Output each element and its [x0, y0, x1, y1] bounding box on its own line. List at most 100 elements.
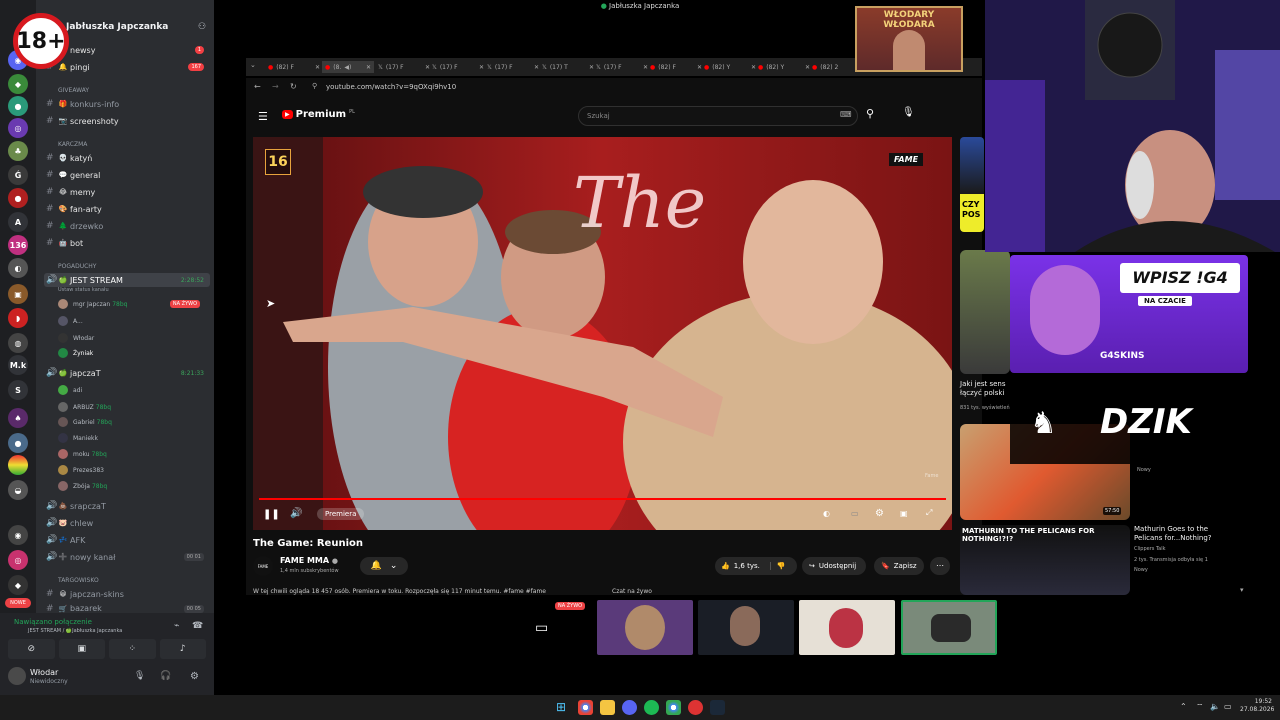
- browser-tab[interactable]: 𝕏 (17) F ✕: [432, 61, 484, 73]
- tab-list-chevron-icon[interactable]: ⌄: [250, 61, 256, 69]
- camera-off-icon[interactable]: ⊘: [8, 639, 55, 659]
- server-icon[interactable]: Ǵ: [8, 165, 28, 185]
- disconnect-icon[interactable]: ☎: [192, 621, 203, 631]
- server-icon[interactable]: 136: [8, 235, 28, 255]
- voice-user[interactable]: adi: [58, 383, 82, 397]
- channel-konkurs-info[interactable]: # 🎁 konkurs-info: [44, 97, 210, 111]
- related-title[interactable]: Jaki jest sens łączyć polski: [960, 380, 1010, 398]
- voice-channel-srapczat[interactable]: 🔊 💩 srapczaT: [44, 499, 210, 513]
- captions-icon[interactable]: ▭: [851, 509, 859, 518]
- subscribed-bell-button[interactable]: 🔔 ⌄: [360, 557, 408, 575]
- server-icon[interactable]: ◆: [8, 74, 28, 94]
- voice-user[interactable]: moku 78bq: [58, 447, 208, 461]
- server-icon[interactable]: ♣: [8, 141, 28, 161]
- spotify-icon[interactable]: [644, 700, 659, 715]
- channel-memy[interactable]: # 😂 memy: [44, 185, 210, 199]
- progress-bar[interactable]: [259, 498, 946, 500]
- browser-tab[interactable]: ● (82) F ✕: [268, 61, 320, 73]
- speaker-icon[interactable]: 🔈: [1210, 702, 1220, 711]
- connection-status[interactable]: Nawiązano połączenie: [14, 618, 92, 626]
- activities-icon[interactable]: ⁘: [109, 639, 156, 659]
- voice-channel-afk[interactable]: 🔊 💤 AFK: [44, 533, 210, 547]
- url-field[interactable]: youtube.com/watch?v=9qOXqi9hv10: [326, 83, 456, 91]
- channel-status[interactable]: Ustaw status kanału: [58, 287, 109, 293]
- channel-drzewko[interactable]: # 🌲 drzewko: [44, 219, 210, 233]
- server-icon[interactable]: ◐: [8, 258, 28, 278]
- premiere-chip[interactable]: Premiera: [317, 508, 365, 520]
- browser-tab[interactable]: 𝕏 (17) F ✕: [378, 61, 430, 73]
- more-actions-button[interactable]: ⋯: [930, 557, 950, 575]
- microphone-icon[interactable]: 🎙: [902, 107, 916, 123]
- voice-user[interactable]: ARBUZ 78bq: [58, 400, 208, 414]
- stream-tile-active[interactable]: [901, 600, 997, 655]
- voice-user[interactable]: Włodar: [58, 331, 94, 345]
- voice-user[interactable]: Żyniak: [58, 346, 93, 360]
- server-icon[interactable]: A: [8, 212, 28, 232]
- category-karczma[interactable]: KARCZMA: [58, 141, 87, 148]
- server-icon[interactable]: ◎: [8, 550, 28, 570]
- autoplay-toggle-icon[interactable]: ◐: [823, 509, 830, 518]
- related-thumbnail[interactable]: [960, 250, 1010, 374]
- youtube-logo[interactable]: ▶ Premium PL: [282, 109, 355, 120]
- back-arrow-icon[interactable]: ←: [254, 82, 261, 91]
- server-icon[interactable]: M.k: [8, 355, 28, 375]
- battery-icon[interactable]: ▭: [1224, 702, 1232, 711]
- steam-icon[interactable]: [710, 700, 725, 715]
- scroll-down-icon[interactable]: ▾: [1240, 586, 1244, 594]
- forward-arrow-icon[interactable]: →: [272, 82, 279, 91]
- channel-pingi[interactable]: #🔔pingi167: [44, 60, 210, 74]
- pause-icon[interactable]: ❚❚: [263, 509, 280, 520]
- server-icon[interactable]: ◗: [8, 308, 28, 328]
- voice-user[interactable]: mgr Japczan 78bq NA ŻYWO: [58, 297, 208, 311]
- server-icon[interactable]: [8, 455, 28, 475]
- server-icon[interactable]: S: [8, 380, 28, 400]
- browser-tab[interactable]: 𝕏 (17) F ✕: [487, 61, 539, 73]
- server-icon[interactable]: ◍: [8, 333, 28, 353]
- stream-tile[interactable]: [799, 600, 895, 655]
- microphone-icon[interactable]: 🎙: [134, 671, 145, 681]
- channel-bazarek[interactable]: # 🛒 bazarek 00 05: [44, 604, 210, 613]
- stream-tile[interactable]: ▭ NA ŻYWO: [495, 600, 593, 655]
- volume-icon[interactable]: 🔊: [290, 508, 302, 519]
- fullscreen-icon[interactable]: ⤢: [926, 508, 932, 518]
- menu-hamburger-icon[interactable]: ☰: [258, 110, 268, 123]
- search-input[interactable]: Szukaj: [578, 106, 858, 126]
- clock[interactable]: 19:52 27.08.2026: [1240, 698, 1274, 714]
- voice-user[interactable]: A...: [58, 314, 83, 328]
- voice-channel-jest-stream[interactable]: 🔊 🍏 JEST STREAM 2:28:52: [44, 273, 210, 287]
- settings-gear-icon[interactable]: ⚙: [875, 508, 884, 519]
- video-description[interactable]: W tej chwili ogląda 18 457 osób. Premier…: [253, 588, 605, 595]
- discord-icon[interactable]: [622, 700, 637, 715]
- server-icon[interactable]: ◒: [8, 480, 28, 500]
- tray-chevron-icon[interactable]: ⌃: [1180, 702, 1187, 711]
- category-targowisko[interactable]: TARGOWISKO: [58, 577, 99, 584]
- voice-user[interactable]: Zbója 78bq: [58, 479, 107, 493]
- related-thumbnail[interactable]: MATHURIN TO THE PELICANS FOR NOTHING!?!?: [960, 525, 1130, 595]
- wifi-icon[interactable]: ⌔: [1196, 702, 1204, 712]
- channel-bot[interactable]: # 🤖 bot: [44, 236, 210, 250]
- server-icon[interactable]: ◉: [8, 525, 28, 545]
- channel-japczan-skins[interactable]: # 😀 japczan-skins: [44, 587, 210, 601]
- voice-channel-chlew[interactable]: 🔊 🐷 chlew: [44, 516, 210, 530]
- search-icon[interactable]: ⚲: [866, 107, 874, 120]
- server-icon[interactable]: ●: [8, 433, 28, 453]
- settings-gear-icon[interactable]: ⚙: [190, 671, 199, 682]
- channel-newsy[interactable]: #📰newsy1: [44, 43, 210, 57]
- browser-tab[interactable]: ● (82) F ✕: [650, 61, 702, 73]
- voice-channel-nowy-kanal[interactable]: 🔊 ➕ nowy kanał 00 01: [44, 550, 210, 564]
- related-channel[interactable]: Clippers Talk: [1134, 546, 1166, 552]
- category-pogaduchy[interactable]: POGADUCHY: [58, 263, 96, 270]
- connection-channel[interactable]: JEST STREAM / 🍏Jabłuszka Japczanka: [28, 628, 122, 634]
- app-icon[interactable]: [688, 700, 703, 715]
- headphones-icon[interactable]: 🎧: [160, 671, 171, 681]
- voice-user[interactable]: Gabriel 78bq: [58, 415, 112, 429]
- stream-tile[interactable]: [698, 600, 794, 655]
- browser-tab[interactable]: 𝕏 (17) F ✕: [596, 61, 648, 73]
- server-name[interactable]: Jabłuszka Japczanka: [66, 22, 168, 32]
- chrome-icon[interactable]: [578, 700, 593, 715]
- stream-tile[interactable]: [597, 600, 693, 655]
- channel-katyn[interactable]: # 💀 katyń: [44, 151, 210, 165]
- server-icon[interactable]: ◆: [8, 575, 28, 595]
- reload-icon[interactable]: ↻: [290, 82, 297, 91]
- save-button[interactable]: 🔖 Zapisz: [874, 557, 924, 575]
